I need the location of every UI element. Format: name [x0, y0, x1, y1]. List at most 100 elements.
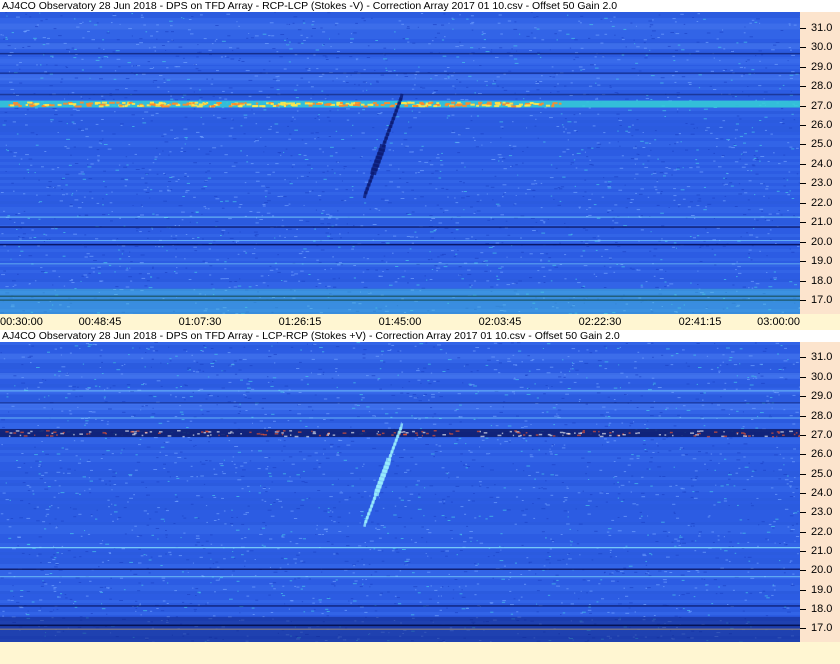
noise-speck — [197, 237, 200, 239]
noise-speck — [393, 514, 397, 516]
noise-speck — [372, 149, 377, 151]
noise-speck — [682, 542, 686, 544]
noise-speck — [436, 204, 439, 206]
noise-speck — [532, 487, 536, 489]
noise-speck — [264, 190, 268, 192]
frequency-tick-label: 28.0 — [811, 80, 833, 93]
noise-speck — [402, 171, 405, 173]
noise-speck — [84, 530, 86, 532]
noise-speck — [81, 202, 84, 203]
noise-speck — [400, 392, 404, 394]
noise-speck — [469, 451, 473, 453]
noise-speck — [341, 180, 343, 182]
noise-speck — [751, 19, 755, 21]
noise-speck — [404, 76, 409, 77]
noise-speck — [755, 283, 760, 285]
noise-speck — [216, 374, 219, 376]
noise-speck — [354, 71, 358, 73]
noise-speck — [36, 506, 39, 508]
noise-speck — [673, 512, 676, 514]
noise-speck — [232, 570, 235, 572]
noise-speck — [31, 601, 35, 603]
noise-speck — [719, 31, 724, 33]
bright-band-speck — [270, 103, 274, 105]
noise-speck — [729, 472, 730, 474]
noise-speck — [49, 611, 53, 613]
noise-speck — [80, 440, 84, 442]
noise-speck — [696, 383, 698, 385]
noise-speck — [512, 354, 515, 356]
noise-speck — [476, 210, 481, 212]
noise-speck — [84, 214, 88, 216]
noise-speck — [88, 477, 91, 479]
noise-speck — [121, 245, 126, 247]
noise-speck — [351, 248, 354, 250]
bright-band-speck — [551, 103, 555, 106]
noise-speck — [523, 426, 528, 428]
noise-speck — [98, 57, 101, 59]
noise-speck — [495, 551, 500, 553]
noise-speck — [705, 41, 709, 43]
noise-speck — [616, 580, 619, 582]
noise-speck — [752, 165, 756, 167]
noise-speck — [194, 64, 196, 66]
noise-speck — [690, 282, 692, 284]
spectral-band — [0, 74, 800, 81]
noise-speck — [680, 13, 684, 15]
noise-speck — [239, 410, 241, 412]
noise-speck — [54, 348, 57, 350]
bright-band-speck — [418, 105, 422, 108]
noise-speck — [573, 121, 577, 123]
noise-speck — [371, 375, 376, 377]
noise-speck — [507, 234, 511, 236]
noise-speck — [53, 554, 56, 556]
noise-speck — [375, 355, 380, 357]
noise-speck — [360, 515, 364, 517]
noise-speck — [643, 440, 646, 441]
noise-speck — [134, 153, 137, 155]
noise-speck — [773, 589, 776, 591]
noise-speck — [399, 177, 402, 179]
noise-speck — [532, 230, 536, 231]
noise-speck — [775, 243, 777, 244]
noise-speck — [681, 454, 686, 456]
frequency-tick — [800, 183, 806, 185]
noise-speck — [640, 188, 644, 190]
bright-band-speck — [412, 105, 419, 107]
noise-speck — [154, 158, 157, 160]
noise-speck — [550, 195, 553, 197]
noise-speck — [36, 64, 38, 66]
noise-speck — [407, 282, 409, 284]
noise-speck — [91, 39, 95, 41]
noise-speck — [334, 24, 337, 26]
noise-speck — [719, 592, 724, 594]
noise-speck — [173, 523, 176, 524]
noise-speck — [655, 189, 658, 191]
noise-speck — [722, 200, 726, 202]
noise-speck — [640, 395, 643, 397]
noise-speck — [620, 500, 624, 502]
noise-speck — [11, 32, 14, 34]
noise-speck — [150, 114, 154, 116]
noise-speck — [550, 474, 554, 476]
time-tick-label: 02:22:30 — [578, 316, 622, 328]
noise-speck — [236, 21, 238, 23]
noise-speck — [549, 366, 554, 368]
noise-speck — [45, 18, 48, 20]
noise-speck — [430, 372, 433, 374]
noise-speck — [612, 220, 614, 222]
noise-speck — [766, 400, 769, 402]
noise-speck — [485, 437, 489, 439]
noise-speck — [353, 277, 356, 279]
noise-speck — [209, 274, 212, 276]
noise-speck — [766, 219, 771, 221]
noise-speck — [676, 168, 680, 170]
noise-speck — [84, 424, 86, 426]
noise-speck — [363, 20, 366, 22]
noise-speck — [784, 347, 787, 349]
noise-speck — [647, 587, 651, 589]
noise-speck — [648, 20, 652, 22]
noise-speck — [737, 542, 740, 544]
noise-speck — [276, 89, 280, 91]
noise-speck — [52, 270, 56, 272]
